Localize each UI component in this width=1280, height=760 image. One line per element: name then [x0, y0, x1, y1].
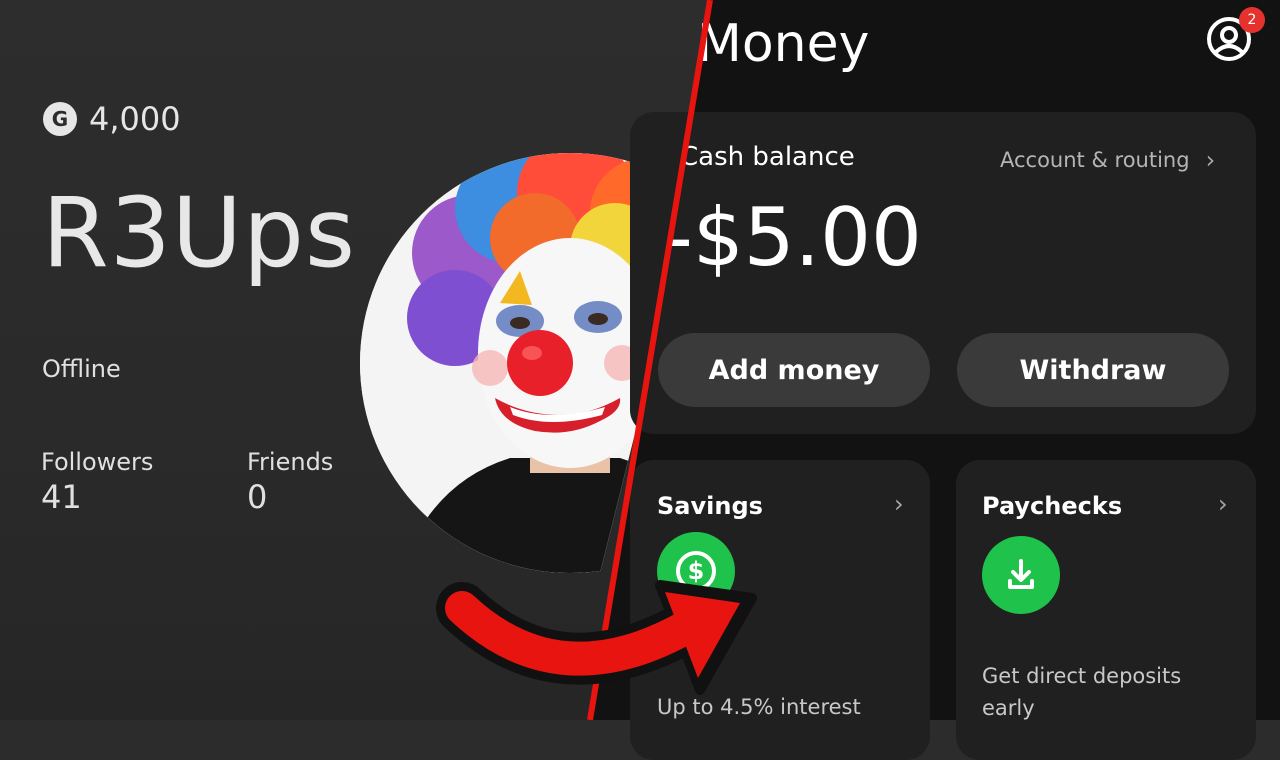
add-money-button[interactable]: Add money [658, 333, 930, 407]
followers-label[interactable]: Followers [41, 448, 153, 476]
cash-balance-amount: -$5.00 [664, 191, 922, 284]
savings-description: Up to 4.5% interest [657, 695, 861, 719]
savings-title: Savings [657, 492, 763, 520]
paychecks-title: Paychecks [982, 492, 1123, 520]
currency-amount: 4,000 [89, 100, 181, 138]
dollar-glyph: $ [676, 551, 716, 591]
svg-text:$: $ [688, 557, 705, 585]
cash-balance-label: Cash balance [680, 142, 855, 172]
chevron-right-icon: › [1205, 146, 1216, 174]
profile-username: R3Ups [42, 177, 356, 289]
page-title: Money [697, 14, 870, 74]
currency-icon: G [43, 102, 77, 136]
chevron-right-icon: › [1218, 490, 1228, 518]
followers-count[interactable]: 41 [41, 478, 82, 516]
account-routing-link[interactable]: Account & routing › [1000, 146, 1215, 174]
notification-badge: 2 [1239, 7, 1265, 33]
account-routing-label: Account & routing [1000, 148, 1190, 172]
download-icon [982, 536, 1060, 614]
paychecks-description: Get direct deposits early [982, 664, 1182, 720]
withdraw-button[interactable]: Withdraw [957, 333, 1229, 407]
currency-balance: G 4,000 [43, 100, 181, 138]
download-glyph [1008, 559, 1034, 589]
dollar-icon: $ [657, 532, 735, 610]
friends-label[interactable]: Friends [247, 448, 333, 476]
chevron-right-icon: › [894, 490, 904, 518]
friends-count[interactable]: 0 [247, 478, 267, 516]
online-status: Offline [42, 355, 121, 383]
